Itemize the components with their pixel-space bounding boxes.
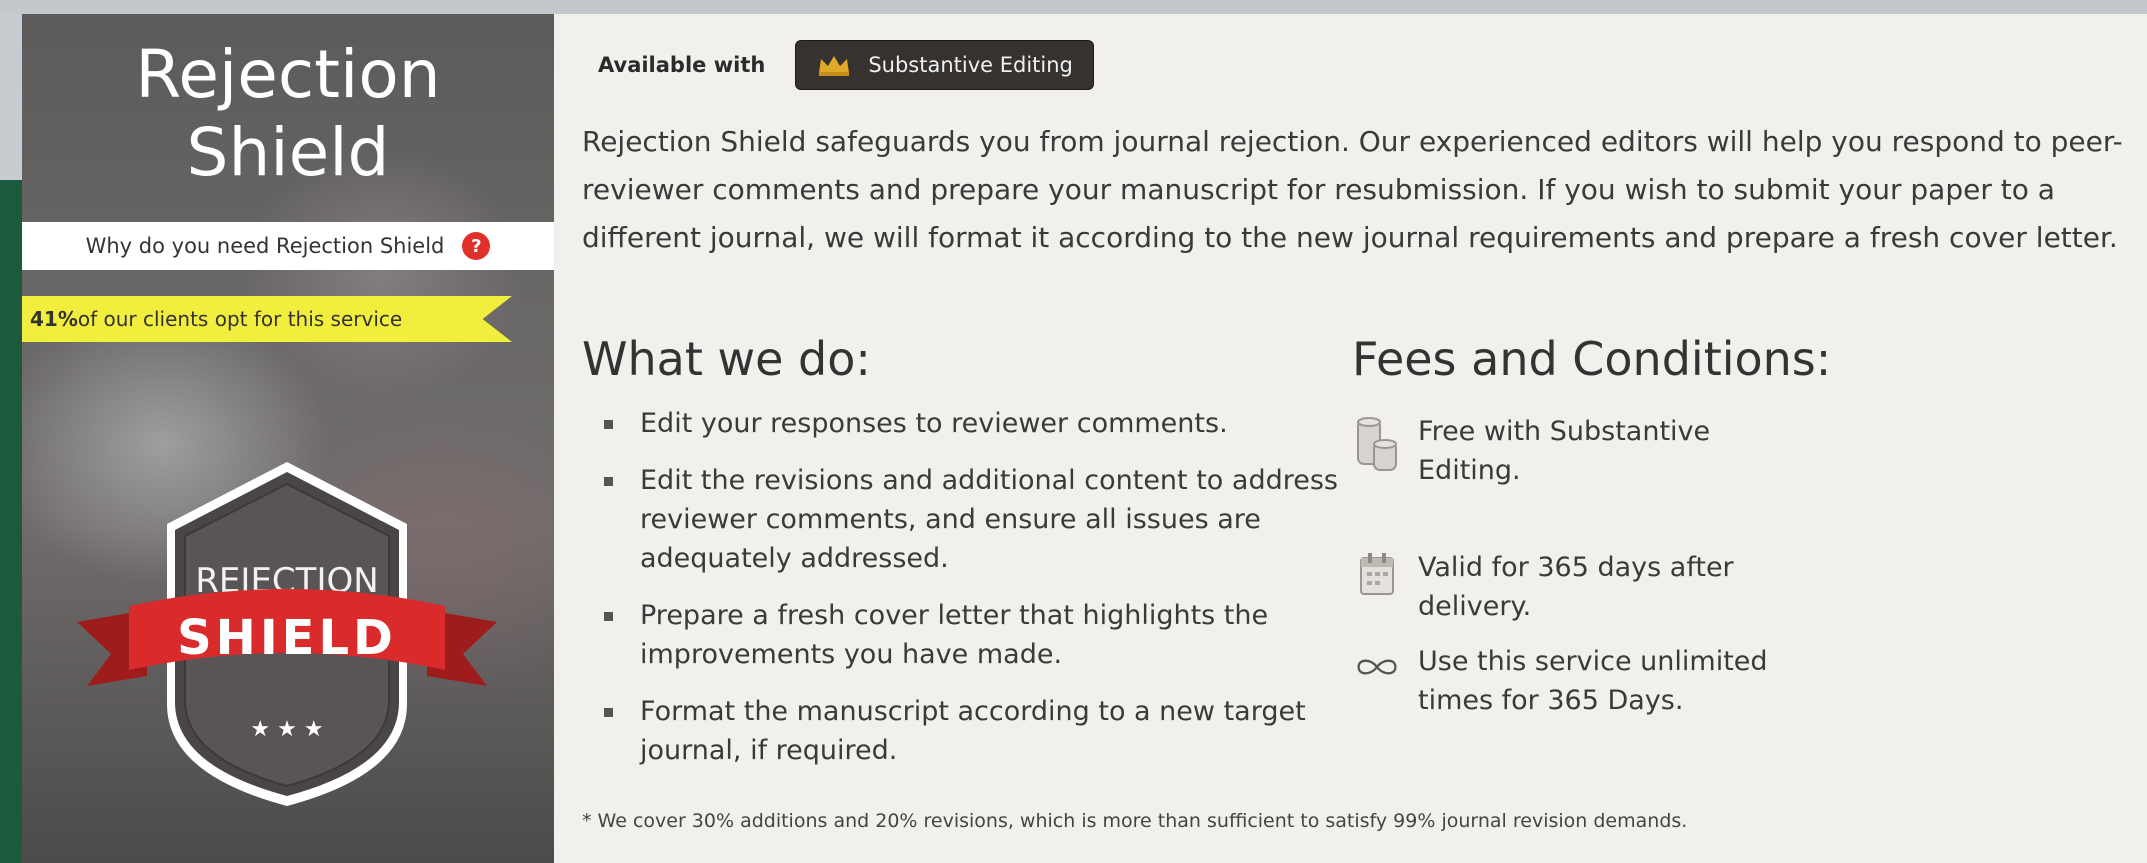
fee-text: Use this service unlimited times for 365… <box>1418 646 1768 716</box>
fee-unlimited: Use this service unlimited times for 365… <box>1354 642 1778 720</box>
intro-paragraph: Rejection Shield safeguards you from jou… <box>582 125 2123 254</box>
crown-icon <box>819 56 850 76</box>
clients-opt-ribbon: 41% of our clients opt for this service <box>22 296 512 342</box>
shield-badge-icon: REJECTION SHIELD ★ ★ ★ <box>77 462 497 806</box>
fees-heading: Fees and Conditions: <box>1352 332 1832 386</box>
ribbon-text: of our clients opt for this service <box>77 307 403 331</box>
calendar-icon <box>1360 553 1394 595</box>
green-side-bar <box>0 180 22 863</box>
badge-text-shield: SHIELD <box>177 610 397 666</box>
availability-row: Available with Substantive Editing <box>598 40 1094 90</box>
panel-title-line2: Shield <box>186 114 390 191</box>
infinity-icon <box>1357 659 1397 675</box>
svg-text:★ ★ ★: ★ ★ ★ <box>250 717 323 742</box>
what-we-do-list: Edit your responses to reviewer comments… <box>582 404 1342 788</box>
what-we-do-heading: What we do: <box>582 332 871 386</box>
list-item: Edit the revisions and additional conten… <box>582 461 1342 578</box>
panel-title-line1: Rejection <box>135 36 441 113</box>
rejection-shield-panel: Rejection Shield Why do you need Rejecti… <box>22 14 554 863</box>
why-need-link[interactable]: Why do you need Rejection Shield ? <box>22 222 554 270</box>
list-item: Edit your responses to reviewer comments… <box>582 404 1342 443</box>
why-need-label: Why do you need Rejection Shield <box>85 234 445 258</box>
fee-validity: Valid for 365 days after delivery. <box>1354 548 1778 626</box>
panel-title: Rejection Shield <box>22 36 554 192</box>
available-with-label: Available with <box>598 53 766 77</box>
list-item: Prepare a fresh cover letter that highli… <box>582 596 1342 674</box>
footnote: * We cover 30% additions and 20% revisio… <box>582 810 1688 832</box>
fee-free-with-editing: Free with Substantive Editing. <box>1354 412 1778 490</box>
question-icon[interactable]: ? <box>462 232 491 260</box>
plan-label: Substantive Editing <box>868 53 1073 77</box>
substantive-editing-tag[interactable]: Substantive Editing <box>795 40 1094 90</box>
list-item: Format the manuscript according to a new… <box>582 692 1342 770</box>
top-strip <box>0 0 2147 14</box>
fee-text: Valid for 365 days after delivery. <box>1418 552 1734 622</box>
fee-text: Free with Substantive Editing. <box>1418 416 1711 486</box>
ribbon-percent: 41% <box>30 307 78 331</box>
coins-icon <box>1357 417 1397 471</box>
service-details: Available with Substantive Editing Rejec… <box>554 14 2147 863</box>
